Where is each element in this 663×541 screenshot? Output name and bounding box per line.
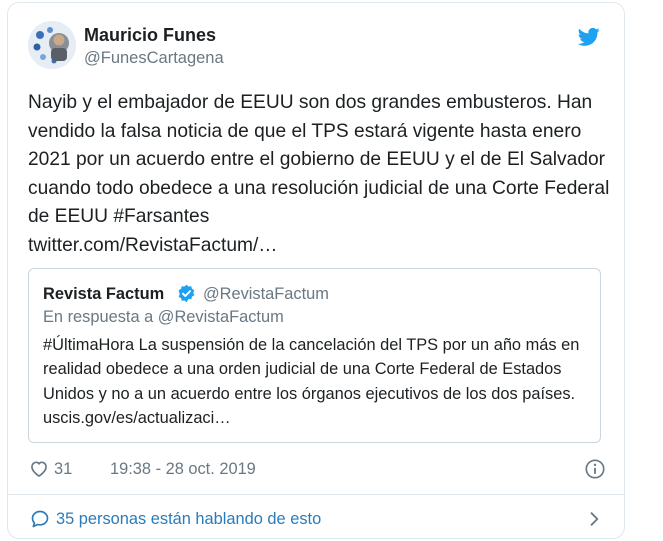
conversation-footer[interactable]: 35 personas están hablando de esto (28, 508, 606, 532)
tweet-meta-row: 31 19:38 - 28 oct. 2019 (28, 459, 606, 481)
tweet-body: Nayib y el embajador de EEUU son dos gra… (28, 89, 613, 261)
quoted-author-name[interactable]: Revista Factum (43, 285, 164, 304)
twitter-bird-icon[interactable] (577, 27, 600, 47)
speech-bubble-icon (30, 509, 50, 529)
quoted-reply-context: En respuesta a @RevistaFactum (43, 308, 284, 326)
chevron-right-icon[interactable] (584, 509, 604, 529)
embedded-tweet-card: Mauricio Funes @FunesCartagena Nayib y e… (7, 2, 625, 539)
tweet-timestamp[interactable]: 19:38 - 28 oct. 2019 (110, 460, 256, 479)
quoted-tweet[interactable]: Revista Factum @RevistaFactum En respues… (28, 268, 601, 443)
info-icon[interactable] (584, 458, 606, 480)
tweet-text: Nayib y el embajador de EEUU son dos gra… (28, 92, 610, 228)
heart-icon[interactable] (29, 459, 49, 479)
quoted-author-handle[interactable]: @RevistaFactum (203, 285, 329, 304)
avatar[interactable] (28, 21, 76, 69)
author-handle[interactable]: @FunesCartagena (84, 49, 224, 68)
verified-badge-icon (177, 284, 196, 303)
tweet-link[interactable]: twitter.com/RevistaFactum/… (28, 235, 278, 256)
quoted-tweet-text: #ÚltimaHora La suspensión de la cancelac… (43, 336, 580, 427)
author-name[interactable]: Mauricio Funes (84, 25, 216, 46)
conversation-link[interactable]: 35 personas están hablando de esto (56, 510, 321, 529)
like-count[interactable]: 31 (54, 460, 72, 479)
divider (8, 494, 624, 495)
